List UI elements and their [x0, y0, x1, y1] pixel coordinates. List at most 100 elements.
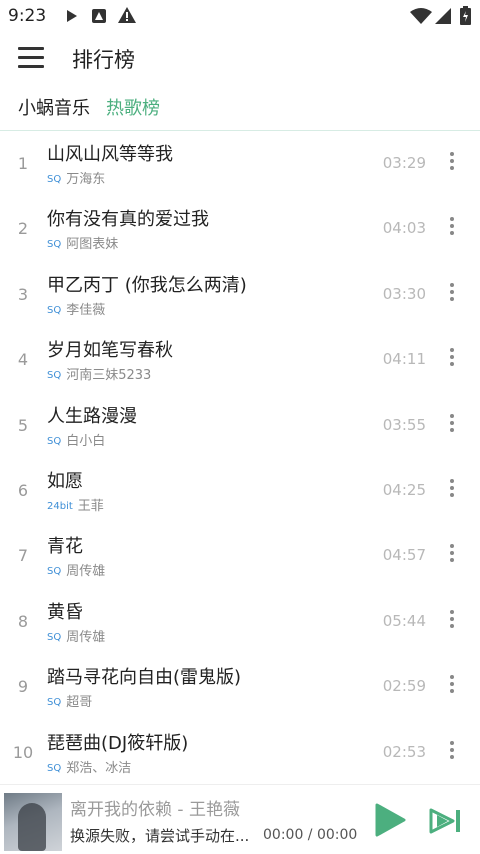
song-title: 岁月如笔写春秋 — [47, 340, 173, 362]
album-cover[interactable] — [4, 793, 62, 851]
song-title: 黄昏 — [47, 601, 83, 623]
song-duration: 04:25 — [382, 480, 426, 499]
song-duration: 04:57 — [382, 546, 426, 565]
song-duration: 04:03 — [382, 219, 426, 238]
tab-bar: 小蜗音乐 热歌榜 — [0, 86, 480, 131]
song-rank: 8 — [17, 611, 29, 631]
quality-badge: SQ — [47, 762, 62, 774]
song-title: 甲乙丙丁 (你我怎么两清) — [47, 274, 247, 296]
song-artist: 白小白 — [66, 433, 106, 449]
more-options-icon[interactable] — [444, 413, 460, 436]
song-meta: SQ 河南三妹5233 — [47, 364, 151, 383]
quality-badge: SQ — [47, 566, 62, 578]
song-artist: 王菲 — [77, 498, 104, 514]
song-duration: 02:59 — [382, 677, 426, 696]
song-duration: 03:29 — [382, 154, 426, 172]
song-row[interactable]: 6 如愿 24bit 王菲 04:25 — [0, 457, 480, 522]
more-options-icon[interactable] — [444, 217, 460, 239]
quality-badge: SQ — [47, 239, 62, 251]
song-meta: SQ 郑浩、冰洁 — [47, 757, 131, 776]
quality-badge: SQ — [47, 370, 62, 382]
song-rank: 3 — [17, 284, 29, 304]
song-row[interactable]: 2 你有没有真的爱过我 SQ 阿图表妹 04:03 — [0, 195, 480, 260]
quality-badge: SQ — [47, 631, 62, 643]
song-rank: 1 — [17, 154, 29, 173]
song-row[interactable]: 9 踏马寻花向自由(雷鬼版) SQ 超哥 02:59 — [0, 653, 480, 718]
song-rank: 2 — [17, 219, 29, 239]
song-row[interactable]: 8 黄昏 SQ 周传雄 05:44 — [0, 588, 480, 653]
song-meta: SQ 超哥 — [47, 691, 92, 710]
song-meta: 24bit 王菲 — [47, 495, 104, 514]
song-artist: 阿图表妹 — [66, 237, 119, 253]
quality-badge: 24bit — [47, 500, 73, 512]
song-title: 山风山风等等我 — [47, 144, 173, 165]
song-artist: 超哥 — [66, 695, 93, 711]
song-meta: SQ 周传雄 — [47, 626, 105, 645]
now-playing-status: 换源失败，请尝试手动在... — [70, 827, 250, 845]
song-row[interactable]: 5 人生路漫漫 SQ 白小白 03:55 — [0, 392, 480, 457]
song-title: 琵琶曲(DJ筱轩版) — [47, 732, 189, 754]
song-row[interactable]: 4 岁月如笔写春秋 SQ 河南三妹5233 04:11 — [0, 326, 480, 391]
playback-time: 00:00 / 00:00 — [263, 827, 358, 843]
song-row[interactable]: 7 青花 SQ 周传雄 04:57 — [0, 522, 480, 587]
song-artist: 周传雄 — [66, 564, 106, 580]
song-title: 踏马寻花向自由(雷鬼版) — [47, 667, 242, 689]
song-row[interactable]: 3 甲乙丙丁 (你我怎么两清) SQ 李佳薇 03:30 — [0, 261, 480, 326]
quality-badge: SQ — [47, 697, 62, 709]
song-rank: 4 — [17, 350, 29, 370]
battery-charging-icon — [460, 6, 471, 25]
song-artist: 郑浩、冰洁 — [66, 760, 132, 776]
song-meta: SQ 阿图表妹 — [47, 233, 118, 252]
more-options-icon[interactable] — [444, 544, 460, 566]
song-meta: SQ 周传雄 — [47, 560, 105, 579]
more-options-icon[interactable] — [444, 609, 460, 632]
song-meta: SQ 李佳薇 — [47, 299, 105, 318]
cellular-signal-icon — [435, 8, 451, 24]
status-time: 9:23 — [8, 6, 47, 26]
quality-badge: SQ — [47, 304, 62, 316]
song-row[interactable]: 10 琵琶曲(DJ筱轩版) SQ 郑浩、冰洁 02:53 — [0, 719, 480, 784]
more-options-icon[interactable] — [444, 348, 460, 370]
now-playing-title: 离开我的依赖 - 王艳薇 — [70, 800, 240, 820]
song-rank: 10 — [12, 742, 34, 762]
song-meta: SQ 白小白 — [47, 430, 105, 449]
tab-hot-songs[interactable]: 热歌榜 — [106, 94, 160, 120]
play-icon[interactable] — [374, 803, 406, 837]
play-notification-icon — [67, 10, 77, 22]
app-bar: 排行榜 — [0, 32, 480, 86]
tab-xiaowo-music[interactable]: 小蜗音乐 — [18, 94, 90, 120]
quality-badge: SQ — [47, 435, 62, 447]
song-duration: 04:11 — [382, 350, 426, 369]
mini-player[interactable]: 离开我的依赖 - 王艳薇 换源失败，请尝试手动在... 00:00 / 00:0… — [0, 784, 480, 854]
more-options-icon[interactable] — [444, 152, 460, 174]
song-duration: 03:55 — [382, 415, 426, 434]
song-duration: 02:53 — [382, 742, 426, 761]
more-options-icon[interactable] — [444, 675, 460, 697]
song-list: 1 山风山风等等我 SQ 万海东 03:29 2 你有没有真的爱过我 SQ 阿图表妹… — [0, 130, 480, 784]
menu-icon[interactable] — [18, 47, 44, 69]
song-artist: 河南三妹5233 — [66, 368, 152, 384]
song-duration: 05:44 — [382, 611, 426, 630]
song-duration: 03:30 — [382, 284, 426, 303]
song-row[interactable]: 1 山风山风等等我 SQ 万海东 03:29 — [0, 130, 480, 195]
song-artist: 李佳薇 — [66, 302, 106, 318]
more-options-icon[interactable] — [444, 478, 460, 501]
song-meta: SQ 万海东 — [47, 168, 105, 187]
page-title: 排行榜 — [72, 48, 135, 72]
song-title: 你有没有真的爱过我 — [47, 209, 209, 231]
song-artist: 万海东 — [66, 172, 106, 187]
song-title: 人生路漫漫 — [47, 405, 137, 427]
quality-badge: SQ — [47, 174, 62, 185]
app-notification-icon — [92, 9, 106, 23]
song-title: 青花 — [47, 536, 83, 558]
more-options-icon[interactable] — [444, 282, 460, 305]
more-options-icon[interactable] — [444, 740, 460, 763]
next-track-icon[interactable] — [428, 807, 464, 835]
song-rank: 6 — [17, 480, 29, 500]
song-rank: 7 — [17, 546, 29, 566]
status-bar: 9:23 — [0, 0, 480, 32]
song-title: 如愿 — [47, 470, 83, 492]
wifi-icon — [410, 8, 432, 24]
song-artist: 周传雄 — [66, 629, 106, 645]
song-rank: 9 — [17, 677, 29, 697]
